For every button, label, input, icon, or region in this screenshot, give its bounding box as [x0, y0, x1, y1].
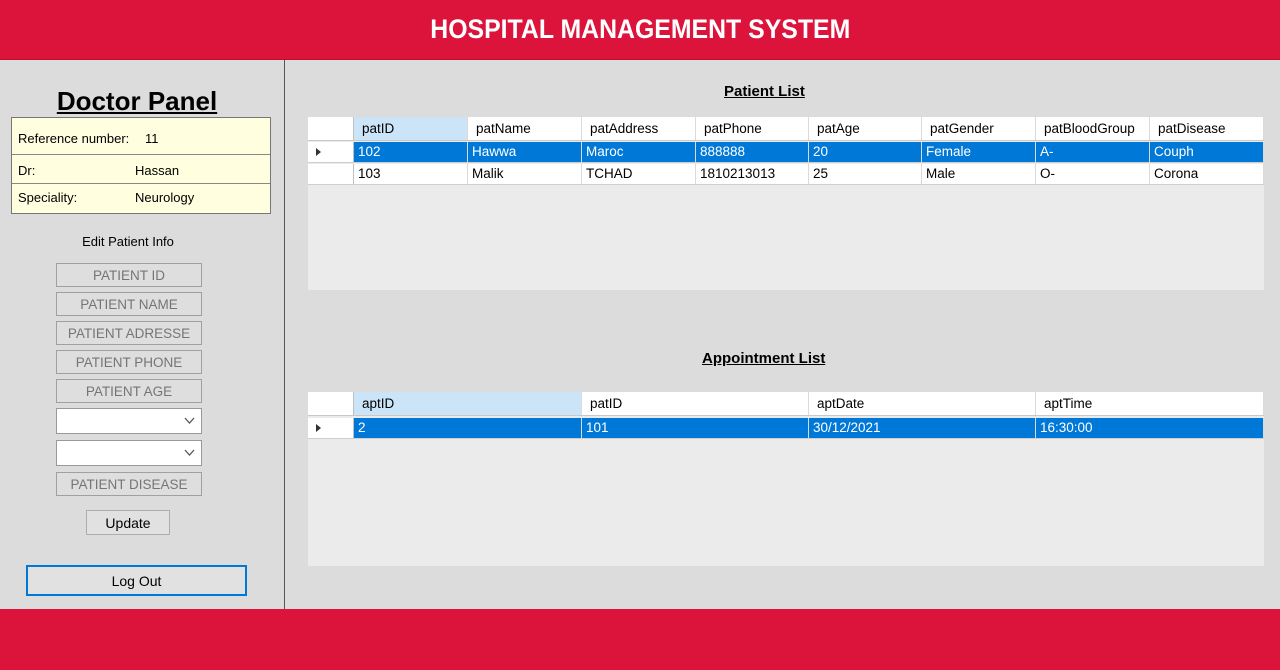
divider: [12, 154, 270, 155]
patient-name-field[interactable]: [56, 292, 202, 316]
table-cell[interactable]: Malik: [468, 164, 582, 184]
panel-title: Doctor Panel: [56, 86, 218, 116]
column-header[interactable]: aptTime: [1036, 392, 1264, 415]
divider: [12, 183, 270, 184]
column-header[interactable]: aptDate: [809, 392, 1036, 415]
column-header[interactable]: patAddress: [582, 117, 696, 140]
column-header[interactable]: patBloodGroup: [1036, 117, 1150, 140]
patient-list-title: Patient List: [724, 83, 805, 100]
doctor-panel: Doctor Panel Reference number: 11 Dr: Ha…: [0, 60, 285, 609]
table-cell[interactable]: Couph: [1150, 142, 1264, 162]
row-header-corner: [308, 392, 354, 415]
patient-address-field[interactable]: [56, 321, 202, 345]
doctor-value: Hassan: [135, 163, 180, 178]
column-header[interactable]: patDisease: [1150, 117, 1264, 140]
speciality-value: Neurology: [135, 190, 195, 205]
table-cell[interactable]: 1810213013: [696, 164, 809, 184]
chevron-down-icon: [184, 449, 195, 456]
table-cell[interactable]: 102: [354, 142, 468, 162]
table-row[interactable]: 2 101 30/12/2021 16:30:00: [308, 418, 1264, 439]
patient-grid[interactable]: patID patName patAddress patPhone patAge…: [308, 117, 1264, 290]
table-row[interactable]: 102 Hawwa Maroc 888888 20 Female A- Coup…: [308, 142, 1264, 163]
table-cell[interactable]: 16:30:00: [1036, 418, 1264, 438]
chevron-down-icon: [184, 417, 195, 424]
table-cell[interactable]: 888888: [696, 142, 809, 162]
patient-id-field[interactable]: [56, 263, 202, 287]
table-cell[interactable]: 25: [809, 164, 922, 184]
appointment-grid-header: aptID patID aptDate aptTime: [308, 392, 1264, 416]
patient-age-field[interactable]: [56, 379, 202, 403]
column-header[interactable]: patPhone: [696, 117, 809, 140]
table-cell[interactable]: Hawwa: [468, 142, 582, 162]
gender-dropdown[interactable]: [56, 408, 202, 434]
app-title: HOSPITAL MANAGEMENT SYSTEM: [429, 14, 851, 44]
doctor-info-box: Reference number: 11 Dr: Hassan Speciali…: [11, 117, 271, 214]
footer-bar: [0, 609, 1280, 670]
column-header[interactable]: patAge: [809, 117, 922, 140]
speciality-label: Speciality:: [18, 190, 78, 205]
table-row[interactable]: 103 Malik TCHAD 1810213013 25 Male O- Co…: [308, 164, 1264, 185]
row-header[interactable]: [308, 418, 354, 438]
table-cell[interactable]: Maroc: [582, 142, 696, 162]
table-cell[interactable]: 103: [354, 164, 468, 184]
reference-value: 11: [145, 131, 159, 146]
table-cell[interactable]: TCHAD: [582, 164, 696, 184]
table-cell[interactable]: 20: [809, 142, 922, 162]
column-header[interactable]: aptID: [354, 392, 582, 415]
table-cell[interactable]: Male: [922, 164, 1036, 184]
logout-button[interactable]: Log Out: [26, 565, 247, 596]
table-cell[interactable]: 30/12/2021: [809, 418, 1036, 438]
patient-phone-field[interactable]: [56, 350, 202, 374]
column-header[interactable]: patID: [354, 117, 468, 140]
appointment-grid[interactable]: aptID patID aptDate aptTime 2 101 30/12/…: [308, 392, 1264, 566]
patient-grid-header: patID patName patAddress patPhone patAge…: [308, 117, 1264, 141]
table-cell[interactable]: Corona: [1150, 164, 1264, 184]
update-button[interactable]: Update: [86, 510, 170, 535]
title-bar: HOSPITAL MANAGEMENT SYSTEM: [0, 0, 1280, 60]
blood-group-dropdown[interactable]: [56, 440, 202, 466]
table-cell[interactable]: 101: [582, 418, 809, 438]
row-header-corner: [308, 117, 354, 140]
column-header[interactable]: patGender: [922, 117, 1036, 140]
patient-disease-field[interactable]: [56, 472, 202, 496]
row-header[interactable]: [308, 142, 354, 162]
table-cell[interactable]: A-: [1036, 142, 1150, 162]
doctor-label: Dr:: [18, 163, 36, 178]
table-cell[interactable]: Female: [922, 142, 1036, 162]
edit-patient-label: Edit Patient Info: [82, 234, 174, 249]
row-header[interactable]: [308, 164, 354, 184]
reference-label: Reference number:: [18, 131, 130, 146]
table-cell[interactable]: 2: [354, 418, 582, 438]
column-header[interactable]: patName: [468, 117, 582, 140]
column-header[interactable]: patID: [582, 392, 809, 415]
current-row-icon: [316, 424, 321, 432]
table-cell[interactable]: O-: [1036, 164, 1150, 184]
appointment-list-title: Appointment List: [702, 350, 826, 367]
current-row-icon: [316, 148, 321, 156]
